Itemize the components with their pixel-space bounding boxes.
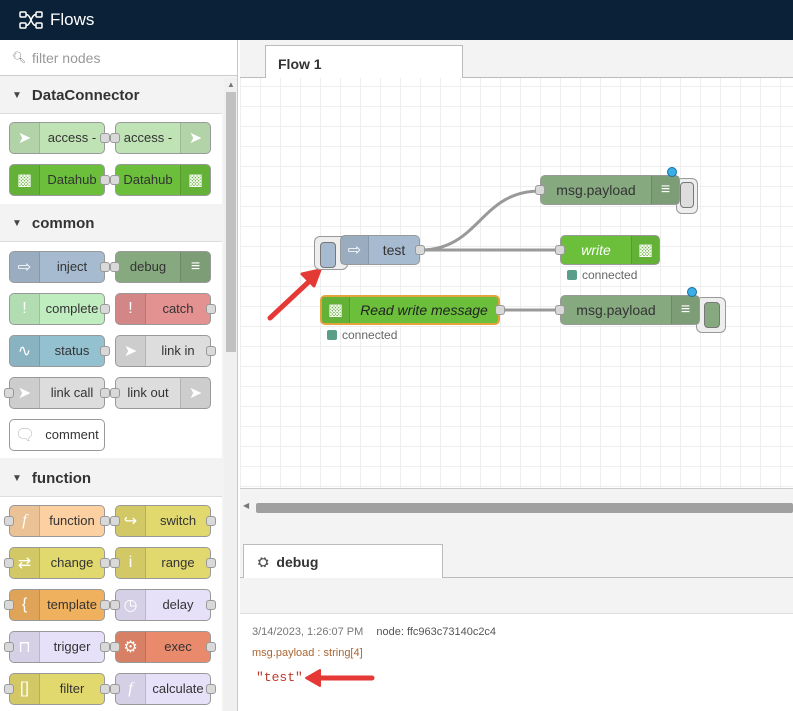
database-icon: ▩ (10, 165, 40, 195)
category-dataconnector[interactable]: ▼ DataConnector (0, 78, 222, 114)
wires (267, 189, 560, 321)
tab-flow-1[interactable]: Flow 1 (265, 45, 463, 79)
gear-icon: ⚙ (116, 632, 146, 662)
flow-node-msg-payload-1[interactable]: msg.payload ≡ (540, 175, 680, 205)
palette-node-datahub-2[interactable]: Datahub ▩ (115, 164, 211, 196)
shuffle-icon: ⇄ (10, 548, 40, 578)
node-palette: 🔍︎ ▼ DataConnector ➤ access - access - ➤… (0, 40, 238, 711)
category-function[interactable]: ▼ function (0, 461, 222, 497)
link-in-icon: ➤ (116, 336, 146, 366)
filter-nodes-input[interactable] (31, 49, 232, 66)
palette-node-filter[interactable]: [] filter (9, 673, 105, 705)
palette-node-switch[interactable]: ↪ switch (115, 505, 211, 537)
red-arrow-annotation (305, 669, 375, 687)
scroll-left-icon: ◀ (243, 501, 250, 510)
function-f-icon: f (116, 674, 146, 704)
list-icon: ≡ (651, 176, 679, 204)
inject-arrow-icon: ⇨ (341, 236, 369, 264)
link-call-icon: ➤ (10, 378, 40, 408)
database-icon: ▩ (180, 165, 210, 195)
changed-indicator (667, 167, 677, 177)
link-out-icon: ➤ (180, 378, 210, 408)
debug-messages: 3/14/2023, 1:26:07 PM node: ffc963c73140… (240, 614, 793, 711)
debug-node-id[interactable]: node: ffc963c73140c2c4 (376, 626, 496, 638)
status-dot (567, 270, 577, 280)
chevron-down-icon: ▼ (12, 473, 22, 484)
palette-node-comment[interactable]: 🗨︎ comment (9, 419, 105, 451)
inject-arrow-icon: ⇨ (10, 252, 40, 282)
flows-logo-icon (19, 11, 43, 29)
flow-node-write[interactable]: write ▩ (560, 235, 660, 265)
chevron-down-icon: ▼ (12, 218, 22, 229)
flow-node-test[interactable]: ⇨ test (340, 235, 420, 265)
palette-node-link-out[interactable]: link out ➤ (115, 377, 211, 409)
palette-node-access-out[interactable]: access - ➤ (115, 122, 211, 154)
palette-node-change[interactable]: ⇄ change (9, 547, 105, 579)
timer-icon: ◷ (116, 590, 146, 620)
palette-node-debug[interactable]: debug ≡ (115, 251, 211, 283)
canvas-scroll-thumb[interactable] (256, 503, 793, 513)
sidebar-tabs: ⛭ debug (240, 526, 793, 578)
trigger-pulse-icon: ⊓ (10, 632, 40, 662)
read-write-status: connected (327, 328, 397, 342)
debug-toggle-button-2[interactable] (704, 302, 720, 328)
palette-scroll-thumb[interactable] (226, 92, 236, 352)
palette-node-exec[interactable]: ⚙ exec (115, 631, 211, 663)
debug-topic: msg.payload : string[4] (252, 647, 363, 659)
bug-icon: ⛭ (258, 553, 269, 569)
write-status: connected (567, 268, 637, 282)
exclamation-icon: ! (116, 294, 146, 324)
app-title: Flows (50, 10, 95, 29)
function-f-icon: f (10, 506, 40, 536)
status-dot (327, 330, 337, 340)
debug-message-meta: 3/14/2023, 1:26:07 PM node: ffc963c73140… (252, 626, 496, 638)
pulse-icon: ∿ (10, 336, 40, 366)
exclamation-icon: ! (10, 294, 40, 324)
list-icon: ≡ (671, 296, 699, 324)
workspace-tabs: Flow 1 (240, 40, 793, 79)
debug-toolbar (240, 578, 793, 614)
palette-node-status[interactable]: ∿ status (9, 335, 105, 367)
changed-indicator (687, 287, 697, 297)
scroll-up-icon: ▲ (227, 80, 235, 89)
database-icon: ▩ (631, 236, 659, 264)
inject-trigger-button[interactable] (320, 242, 336, 268)
palette-node-link-call[interactable]: ➤ link call (9, 377, 105, 409)
palette-node-datahub-1[interactable]: ▩ Datahub (9, 164, 105, 196)
switch-icon: ↪ (116, 506, 146, 536)
palette-node-access-in[interactable]: ➤ access - (9, 122, 105, 154)
tab-debug[interactable]: ⛭ debug (243, 544, 443, 578)
flow-canvas[interactable]: ⇨ test msg.payload ≡ write ▩ connected ▩… (240, 78, 793, 488)
curly-brace-icon: { (10, 590, 40, 620)
debug-value[interactable]: "test" (256, 670, 303, 685)
palette-node-template[interactable]: { template (9, 589, 105, 621)
chevron-down-icon: ▼ (12, 90, 22, 101)
range-icon: i (116, 548, 146, 578)
canvas-hscroll[interactable]: ◀ (240, 488, 793, 526)
palette-scrollbar[interactable]: ▲ (224, 78, 237, 711)
arrow-out-icon: ➤ (180, 123, 210, 153)
palette-node-delay[interactable]: ◷ delay (115, 589, 211, 621)
list-icon: ≡ (180, 252, 210, 282)
speech-bubble-icon: 🗨︎ (14, 427, 36, 444)
filter-bracket-icon: [] (10, 674, 40, 704)
flow-node-msg-payload-2[interactable]: msg.payload ≡ (560, 295, 700, 325)
palette-node-link-in[interactable]: ➤ link in (115, 335, 211, 367)
database-icon: ▩ (322, 297, 350, 323)
flow-node-read-write-message[interactable]: ▩ Read write message (320, 295, 500, 325)
palette-node-inject[interactable]: ⇨ inject (9, 251, 105, 283)
palette-node-range[interactable]: i range (115, 547, 211, 579)
search-icon: 🔍︎ (12, 52, 26, 64)
palette-node-complete[interactable]: ! complete (9, 293, 105, 325)
palette-node-trigger[interactable]: ⊓ trigger (9, 631, 105, 663)
category-common[interactable]: ▼ common (0, 206, 222, 242)
palette-node-calculate[interactable]: f calculate (115, 673, 211, 705)
app-header: Flows (0, 0, 793, 40)
palette-node-catch[interactable]: ! catch (115, 293, 211, 325)
debug-toggle-button[interactable] (680, 182, 694, 208)
palette-node-function[interactable]: f function (9, 505, 105, 537)
filter-bar: 🔍︎ (0, 40, 237, 76)
arrow-in-icon: ➤ (10, 123, 40, 153)
debug-timestamp: 3/14/2023, 1:26:07 PM (252, 626, 364, 638)
